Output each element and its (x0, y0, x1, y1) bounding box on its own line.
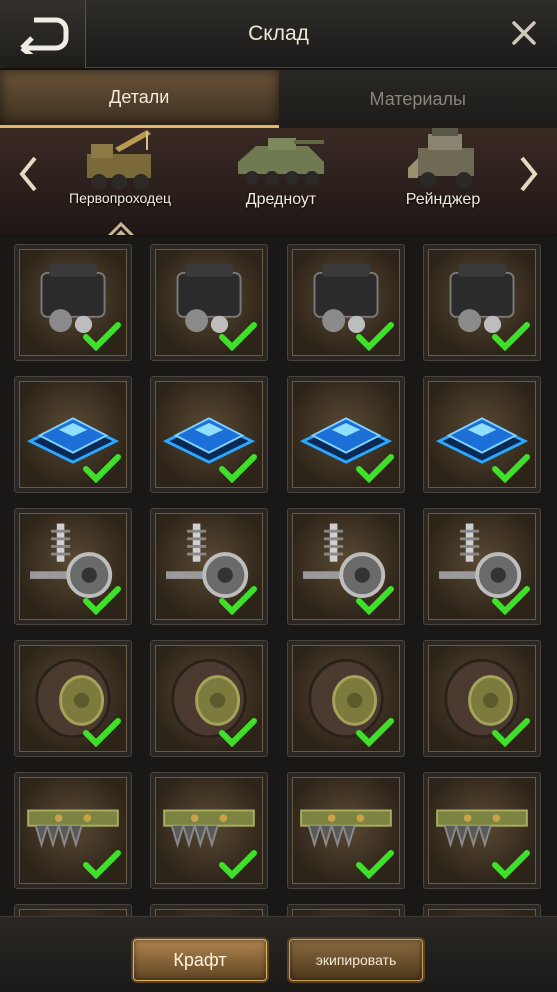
slot-frame (428, 381, 536, 488)
part-slot-partial[interactable] (150, 904, 268, 916)
vehicle-label: Дредноут (245, 191, 317, 208)
page-title: Склад (248, 22, 309, 45)
part-slot-partial[interactable] (14, 904, 132, 916)
checkmark-icon (219, 586, 257, 615)
checkmark-icon (83, 586, 121, 615)
footer-bar: Крафт экипировать (0, 916, 557, 992)
checkmark-icon (83, 454, 121, 483)
part-slot-engine[interactable] (150, 244, 268, 361)
part-slot-bumper[interactable] (423, 772, 541, 889)
slot-frame (292, 249, 400, 356)
slot-frame (292, 777, 400, 884)
slot-frame (19, 645, 127, 752)
part-slot-engine[interactable] (423, 244, 541, 361)
slot-frame (155, 381, 263, 488)
part-slot-chip[interactable] (287, 376, 405, 493)
part-slot-suspension[interactable] (14, 508, 132, 625)
slot-frame (155, 645, 263, 752)
slot-frame (19, 249, 127, 356)
parts-grid (0, 236, 557, 916)
checkmark-icon (492, 322, 530, 351)
slot-frame (428, 777, 536, 884)
slot-frame (292, 645, 400, 752)
slot-frame (19, 777, 127, 884)
checkmark-icon (492, 850, 530, 879)
part-slot-chip[interactable] (14, 376, 132, 493)
checkmark-icon (219, 850, 257, 879)
slot-frame (155, 249, 263, 356)
part-slot-bumper[interactable] (14, 772, 132, 889)
crane-truck-icon (87, 130, 151, 190)
chevron-right-icon[interactable] (518, 154, 540, 194)
slot-frame (292, 513, 400, 620)
tab-materials[interactable]: Материалы (278, 70, 557, 128)
vehicle-dreadnought[interactable]: Дредноут (216, 128, 346, 235)
part-slot-engine[interactable] (14, 244, 132, 361)
slot-frame (428, 249, 536, 356)
checkmark-icon (219, 718, 257, 747)
vehicle-label: Рейнджер (405, 191, 481, 208)
vehicle-label: Первопроходец (69, 190, 171, 206)
checkmark-icon (492, 586, 530, 615)
checkmark-icon (219, 454, 257, 483)
checkmark-icon (356, 322, 394, 351)
equip-button[interactable]: экипировать (289, 939, 423, 981)
slot-frame (19, 381, 127, 488)
slot-frame (292, 909, 400, 916)
slot-frame (428, 513, 536, 620)
slot-frame (155, 777, 263, 884)
checkmark-icon (492, 718, 530, 747)
armored-vehicle-icon (238, 138, 324, 185)
slot-frame (292, 381, 400, 488)
vehicle-pathfinder[interactable]: Первопроходец (55, 128, 185, 235)
armored-truck-icon (408, 128, 474, 188)
checkmark-icon (356, 718, 394, 747)
checkmark-icon (356, 454, 394, 483)
part-slot-suspension[interactable] (150, 508, 268, 625)
chevron-left-icon[interactable] (17, 154, 39, 194)
slot-frame (428, 909, 536, 916)
part-slot-chip[interactable] (150, 376, 268, 493)
checkmark-icon (83, 322, 121, 351)
tab-details[interactable]: Детали (0, 70, 279, 128)
header-bar: Склад (0, 0, 557, 68)
vehicle-carousel: Первопроходец Дредноут Рейнджер (0, 128, 557, 235)
part-slot-chip[interactable] (423, 376, 541, 493)
part-slot-wheel[interactable] (287, 640, 405, 757)
checkmark-icon (356, 586, 394, 615)
tab-bar: Детали Материалы (0, 70, 557, 128)
checkmark-icon (83, 718, 121, 747)
craft-button[interactable]: Крафт (133, 939, 267, 981)
slot-frame (19, 513, 127, 620)
slot-frame (155, 513, 263, 620)
checkmark-icon (356, 850, 394, 879)
part-slot-suspension[interactable] (423, 508, 541, 625)
checkmark-icon (83, 850, 121, 879)
selected-vehicle-marker-icon (107, 221, 135, 235)
part-slot-suspension[interactable] (287, 508, 405, 625)
part-slot-wheel[interactable] (423, 640, 541, 757)
vehicle-ranger[interactable]: Рейнджер (378, 128, 508, 235)
part-slot-wheel[interactable] (150, 640, 268, 757)
checkmark-icon (219, 322, 257, 351)
slot-frame (19, 909, 127, 916)
slot-frame (428, 645, 536, 752)
checkmark-icon (492, 454, 530, 483)
close-icon[interactable] (509, 18, 539, 48)
part-slot-wheel[interactable] (14, 640, 132, 757)
part-slot-bumper[interactable] (287, 772, 405, 889)
slot-frame (155, 909, 263, 916)
part-slot-partial[interactable] (287, 904, 405, 916)
part-slot-partial[interactable] (423, 904, 541, 916)
part-slot-bumper[interactable] (150, 772, 268, 889)
part-slot-engine[interactable] (287, 244, 405, 361)
